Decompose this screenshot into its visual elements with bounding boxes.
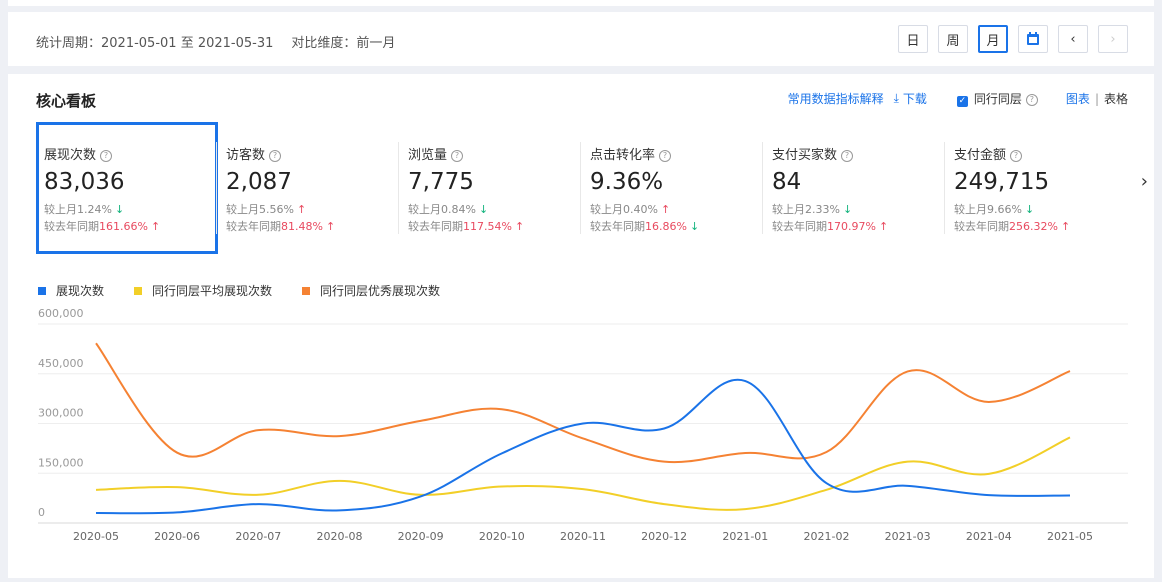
y-tick-label: 150,000 <box>38 456 84 469</box>
x-tick-label: 2020-09 <box>398 530 444 543</box>
x-tick-label: 2021-01 <box>722 530 768 543</box>
y-tick-label: 600,000 <box>38 307 84 320</box>
x-tick-label: 2021-05 <box>1047 530 1093 543</box>
line-chart: 0 150,000 300,000 450,000 600,000 2020-05 2020… <box>38 307 1128 543</box>
next-period-button[interactable]: › <box>1098 25 1128 53</box>
day-button[interactable]: 日 <box>898 25 928 53</box>
x-tick-label: 2020-06 <box>154 530 200 543</box>
calendar-button[interactable] <box>1018 25 1048 53</box>
period-info: 统计周期：2021-05-01 至 2021-05-31 对比维度：前一月 <box>36 32 395 51</box>
y-tick-label: 450,000 <box>38 357 84 370</box>
x-tick-label: 2020-10 <box>479 530 525 543</box>
period-buttons: 日 周 月 ‹ › <box>898 25 1128 53</box>
period-bar: 统计周期：2021-05-01 至 2021-05-31 对比维度：前一月 日 周… <box>8 12 1154 66</box>
core-board: 核心看板 常用数据指标解释 ⤓ 下载 ✓ 同行同层? 图表 | 表格 展现次数? 8… <box>8 74 1154 578</box>
x-tick-label: 2020-07 <box>235 530 281 543</box>
chevron-right-icon: › <box>1110 31 1116 47</box>
y-tick-label: 0 <box>38 506 45 519</box>
x-tick-label: 2020-11 <box>560 530 606 543</box>
week-button[interactable]: 周 <box>938 25 968 53</box>
month-button[interactable]: 月 <box>978 25 1008 53</box>
x-tick-label: 2020-05 <box>73 530 119 543</box>
compare-label: 对比维度： <box>291 36 357 51</box>
x-tick-label: 2021-02 <box>804 530 850 543</box>
series-line <box>95 342 1071 464</box>
compare-value: 前一月 <box>356 36 396 51</box>
period-range: 2021-05-01 至 2021-05-31 <box>101 36 274 51</box>
x-tick-label: 2020-08 <box>317 530 363 543</box>
prev-period-button[interactable]: ‹ <box>1058 25 1088 53</box>
series-line <box>95 378 1071 515</box>
calendar-icon <box>1027 32 1039 45</box>
x-tick-label: 2021-04 <box>966 530 1012 543</box>
x-tick-label: 2021-03 <box>885 530 931 543</box>
period-label: 统计周期： <box>36 36 102 51</box>
chevron-left-icon: ‹ <box>1070 31 1076 47</box>
x-tick-label: 2020-12 <box>641 530 687 543</box>
y-tick-label: 300,000 <box>38 407 84 420</box>
top-strip <box>8 0 1154 6</box>
